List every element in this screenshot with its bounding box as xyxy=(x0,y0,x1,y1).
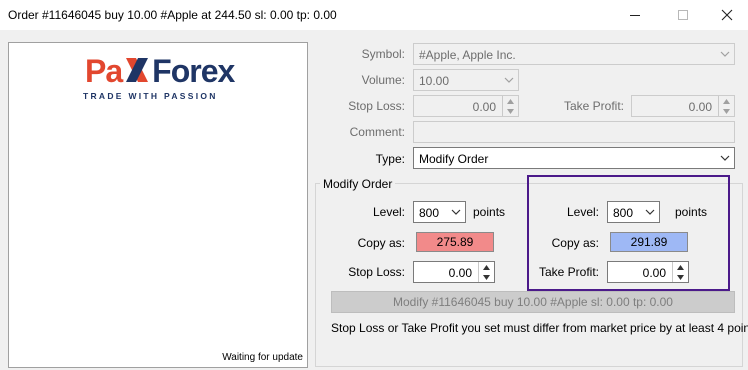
minimize-icon xyxy=(630,14,640,16)
sl-level-label: Level: xyxy=(372,205,405,219)
chart-status: Waiting for update xyxy=(222,352,303,363)
spin-down-icon[interactable] xyxy=(503,106,518,116)
type-value: Modify Order xyxy=(419,152,489,166)
symbol-label: Symbol: xyxy=(361,47,405,61)
sl-level-select[interactable]: 800 xyxy=(413,201,466,223)
type-label: Type: xyxy=(375,152,405,166)
symbol-value: #Apple, Apple Inc. xyxy=(419,48,516,62)
stop-loss-spinner[interactable] xyxy=(502,96,518,116)
spin-down-icon[interactable] xyxy=(479,272,494,282)
comment-input[interactable] xyxy=(413,121,735,143)
paxforex-logo: Pa Forex xyxy=(85,53,235,90)
logo-x-icon xyxy=(126,58,149,82)
volume-value: 10.00 xyxy=(419,74,450,88)
volume-label: Volume: xyxy=(361,73,405,87)
take-profit-field[interactable]: 0.00 xyxy=(631,95,735,117)
modify-order-title: Modify Order xyxy=(320,177,396,191)
close-icon xyxy=(721,9,733,21)
sl-field-label: Stop Loss: xyxy=(348,265,405,279)
window-title: Order #11646045 buy 10.00 #Apple at 244.… xyxy=(8,8,337,22)
sl-copy-button[interactable]: 275.89 xyxy=(416,232,494,252)
sl-modify-value: 0.00 xyxy=(448,266,472,280)
modify-button[interactable]: Modify #11646045 buy 10.00 #Apple sl: 0.… xyxy=(331,291,735,313)
spin-down-icon[interactable] xyxy=(719,106,734,116)
volume-select[interactable]: 10.00 xyxy=(413,69,519,91)
maximize-button[interactable] xyxy=(660,0,706,30)
type-select[interactable]: Modify Order xyxy=(413,147,735,169)
stop-loss-value: 0.00 xyxy=(472,100,496,114)
sl-level-value: 800 xyxy=(419,206,440,220)
maximize-icon xyxy=(678,10,688,20)
sl-copy-label: Copy as: xyxy=(357,236,405,250)
minimize-button[interactable] xyxy=(612,0,658,30)
take-profit-highlight xyxy=(527,175,730,291)
chevron-down-icon xyxy=(504,77,514,83)
sl-points-label: points xyxy=(473,205,506,219)
stop-loss-field[interactable]: 0.00 xyxy=(413,95,519,117)
sl-modify-spinner[interactable] xyxy=(478,262,494,282)
take-profit-spinner[interactable] xyxy=(718,96,734,116)
spin-up-icon[interactable] xyxy=(719,96,734,106)
stop-loss-label: Stop Loss: xyxy=(348,99,405,113)
chevron-down-icon xyxy=(720,155,730,161)
logo-part2: Forex xyxy=(152,53,235,89)
close-button[interactable] xyxy=(704,0,748,30)
symbol-select[interactable]: #Apple, Apple Inc. xyxy=(413,43,735,65)
chart-panel: Pa Forex TRADE WITH PASSION Waiting for u… xyxy=(8,42,308,368)
chevron-down-icon xyxy=(720,51,730,57)
spin-up-icon[interactable] xyxy=(479,262,494,272)
comment-label: Comment: xyxy=(349,125,405,139)
spin-up-icon[interactable] xyxy=(503,96,518,106)
logo-part1: Pa xyxy=(85,53,123,89)
min-distance-note: Stop Loss or Take Profit you set must di… xyxy=(331,321,748,335)
take-profit-label: Take Profit: xyxy=(563,99,624,113)
chevron-down-icon xyxy=(451,209,461,215)
logo-tagline: TRADE WITH PASSION xyxy=(83,91,218,101)
sl-modify-field[interactable]: 0.00 xyxy=(413,261,495,283)
take-profit-value: 0.00 xyxy=(688,100,712,114)
